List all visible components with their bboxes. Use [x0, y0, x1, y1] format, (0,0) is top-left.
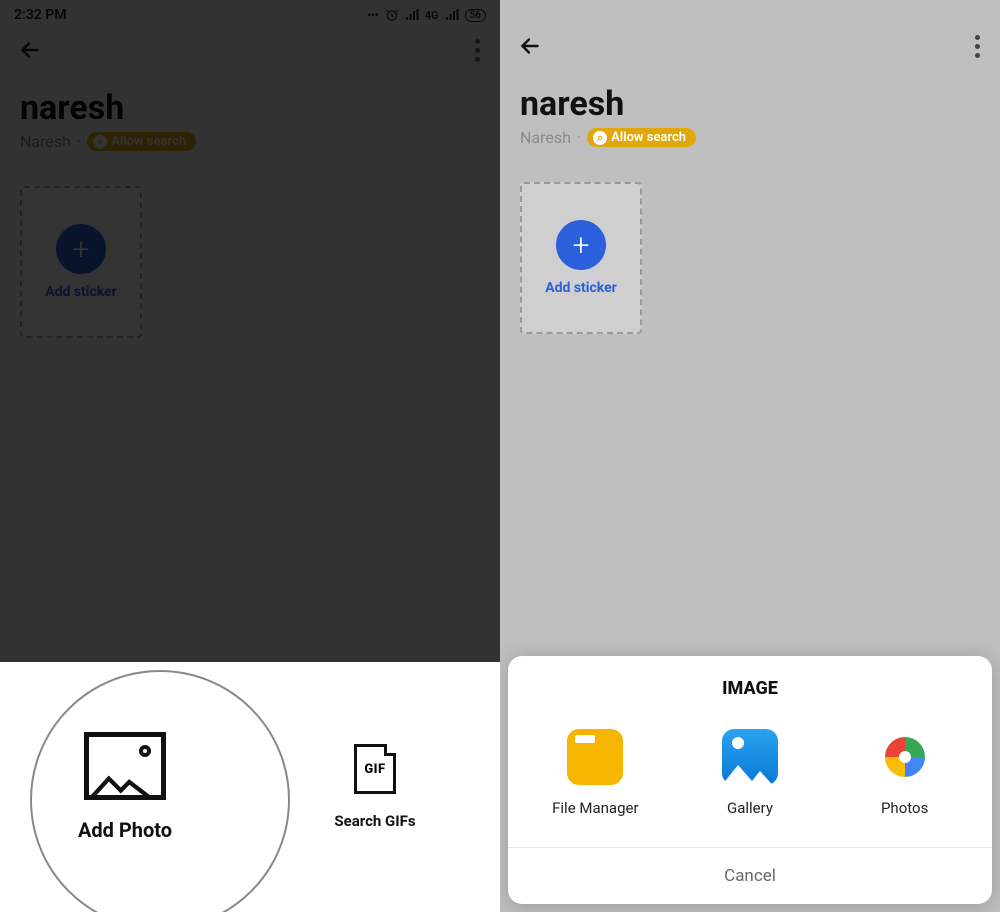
app-gallery[interactable]: Gallery — [690, 729, 810, 817]
add-photo-option[interactable]: Add Photo — [0, 732, 250, 842]
file-manager-icon — [567, 729, 623, 785]
screen-image-picker: naresh Naresh · ⌕ Allow search + Add sti… — [500, 0, 1000, 912]
back-button[interactable] — [512, 28, 548, 64]
add-sticker-tile[interactable]: + Add sticker — [520, 182, 642, 334]
app-google-photos[interactable]: Photos — [845, 729, 965, 817]
author-name: Naresh — [520, 128, 571, 147]
app-label: File Manager — [552, 799, 638, 817]
search-gifs-label: Search GIFs — [334, 812, 415, 830]
add-photo-label: Add Photo — [78, 818, 172, 842]
allow-search-chip[interactable]: ⌕ Allow search — [587, 128, 696, 147]
dot-icon — [975, 53, 980, 58]
gallery-icon — [722, 729, 778, 785]
cancel-button[interactable]: Cancel — [508, 847, 992, 904]
bottom-sheet-source: Add Photo GIF Search GIFs — [0, 662, 500, 912]
dot-icon — [975, 35, 980, 40]
image-source-sheet: IMAGE File Manager Gallery — [508, 656, 992, 904]
profile-block: naresh Naresh · ⌕ Allow search — [500, 66, 1000, 157]
gif-text: GIF — [364, 762, 385, 777]
overflow-menu-button[interactable] — [966, 28, 988, 64]
separator-dot: · — [577, 128, 581, 147]
app-label: Gallery — [727, 799, 773, 817]
google-photos-icon — [877, 729, 933, 785]
sheet-title: IMAGE — [508, 678, 992, 699]
screen-add-photo: 2:32 PM ••• 4G 56 — [0, 0, 500, 912]
add-sticker-label: Add sticker — [545, 280, 617, 296]
app-file-manager[interactable]: File Manager — [535, 729, 655, 817]
gif-file-icon: GIF — [354, 744, 396, 794]
plus-icon: + — [556, 220, 606, 270]
photo-icon — [84, 732, 166, 800]
search-gifs-option[interactable]: GIF Search GIFs — [250, 744, 500, 830]
search-icon: ⌕ — [593, 131, 607, 145]
header-bar — [500, 26, 1000, 66]
dot-icon — [975, 44, 980, 49]
chip-label: Allow search — [611, 130, 686, 145]
pack-title: naresh — [520, 84, 980, 124]
app-label: Photos — [881, 799, 928, 817]
